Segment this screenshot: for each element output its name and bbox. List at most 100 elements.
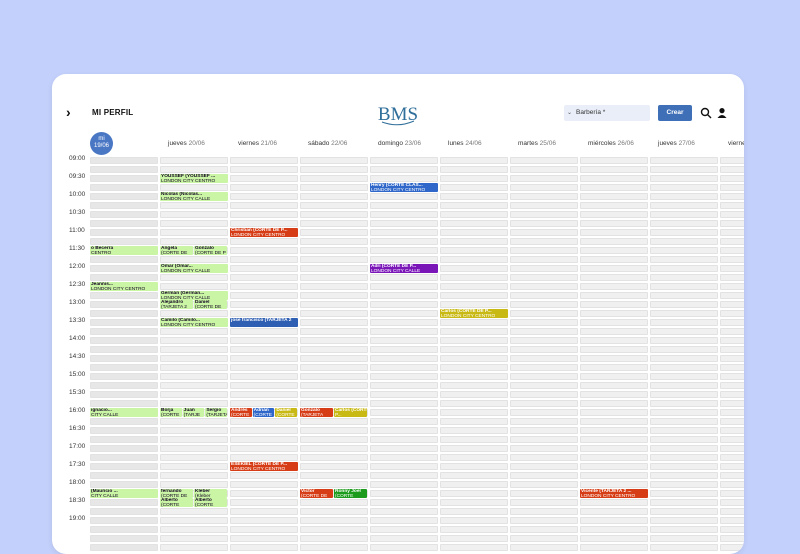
- appointment[interactable]: Omar (Omar... LONDON CITY CALLE: [160, 264, 228, 273]
- time-slot[interactable]: [580, 373, 648, 380]
- time-slot[interactable]: [440, 301, 508, 308]
- time-slot[interactable]: [510, 283, 578, 290]
- time-slot[interactable]: [650, 184, 718, 191]
- time-slot[interactable]: [720, 220, 744, 227]
- time-slot[interactable]: [90, 463, 158, 470]
- time-slot[interactable]: [370, 382, 438, 389]
- day-header[interactable]: sábado 22/06: [308, 140, 347, 147]
- time-slot[interactable]: [510, 238, 578, 245]
- time-slot[interactable]: [160, 202, 228, 209]
- time-slot[interactable]: [650, 229, 718, 236]
- time-slot[interactable]: [370, 328, 438, 335]
- time-slot[interactable]: [300, 427, 368, 434]
- time-slot[interactable]: [440, 220, 508, 227]
- time-slot[interactable]: [160, 220, 228, 227]
- appointment[interactable]: Ronny Joel (CORTE: [334, 489, 367, 498]
- time-slot[interactable]: [160, 328, 228, 335]
- time-slot[interactable]: [650, 256, 718, 263]
- time-slot[interactable]: [720, 508, 744, 515]
- time-slot[interactable]: [510, 481, 578, 488]
- time-slot[interactable]: [90, 427, 158, 434]
- today-badge[interactable]: mi 19/06: [90, 132, 113, 155]
- time-slot[interactable]: [720, 436, 744, 443]
- time-slot[interactable]: [510, 382, 578, 389]
- time-slot[interactable]: [510, 328, 578, 335]
- time-slot[interactable]: [230, 175, 298, 182]
- time-slot[interactable]: [90, 229, 158, 236]
- time-slot[interactable]: [370, 463, 438, 470]
- time-slot[interactable]: [580, 364, 648, 371]
- time-slot[interactable]: [370, 283, 438, 290]
- time-slot[interactable]: [300, 319, 368, 326]
- time-slot[interactable]: [510, 418, 578, 425]
- time-slot[interactable]: [230, 310, 298, 317]
- time-slot[interactable]: [650, 445, 718, 452]
- time-slot[interactable]: [370, 436, 438, 443]
- time-slot[interactable]: [580, 472, 648, 479]
- time-slot[interactable]: [580, 517, 648, 524]
- time-slot[interactable]: [370, 517, 438, 524]
- time-slot[interactable]: [230, 337, 298, 344]
- time-slot[interactable]: [440, 445, 508, 452]
- time-slot[interactable]: [650, 490, 718, 497]
- time-slot[interactable]: [720, 328, 744, 335]
- time-slot[interactable]: [300, 355, 368, 362]
- time-slot[interactable]: [90, 364, 158, 371]
- time-slot[interactable]: [580, 283, 648, 290]
- time-slot[interactable]: [510, 355, 578, 362]
- time-slot[interactable]: [90, 184, 158, 191]
- time-slot[interactable]: [230, 283, 298, 290]
- time-slot[interactable]: [300, 157, 368, 164]
- time-slot[interactable]: [160, 283, 228, 290]
- time-slot[interactable]: [300, 292, 368, 299]
- time-slot[interactable]: [370, 202, 438, 209]
- appointment[interactable]: fernando (CORTE DE: [160, 489, 193, 498]
- time-slot[interactable]: [230, 220, 298, 227]
- time-slot[interactable]: [230, 490, 298, 497]
- time-slot[interactable]: [580, 427, 648, 434]
- time-slot[interactable]: [720, 292, 744, 299]
- time-slot[interactable]: [370, 535, 438, 542]
- time-slot[interactable]: [370, 373, 438, 380]
- time-slot[interactable]: [90, 175, 158, 182]
- time-slot[interactable]: [370, 346, 438, 353]
- time-slot[interactable]: [720, 346, 744, 353]
- time-slot[interactable]: [370, 508, 438, 515]
- time-slot[interactable]: [370, 445, 438, 452]
- time-slot[interactable]: [440, 202, 508, 209]
- time-slot[interactable]: [230, 265, 298, 272]
- time-slot[interactable]: [300, 391, 368, 398]
- time-slot[interactable]: [510, 463, 578, 470]
- time-slot[interactable]: [440, 292, 508, 299]
- time-slot[interactable]: [230, 211, 298, 218]
- time-slot[interactable]: [300, 328, 368, 335]
- time-slot[interactable]: [440, 157, 508, 164]
- time-slot[interactable]: [510, 454, 578, 461]
- time-slot[interactable]: [90, 301, 158, 308]
- time-slot[interactable]: [650, 193, 718, 200]
- time-slot[interactable]: [510, 310, 578, 317]
- time-slot[interactable]: [510, 346, 578, 353]
- time-slot[interactable]: [580, 193, 648, 200]
- time-slot[interactable]: [440, 211, 508, 218]
- time-slot[interactable]: [580, 526, 648, 533]
- time-slot[interactable]: [580, 328, 648, 335]
- appointment[interactable]: Gonzalo (TARJETA: [300, 408, 333, 417]
- time-slot[interactable]: [440, 328, 508, 335]
- time-slot[interactable]: [160, 508, 228, 515]
- day-header[interactable]: jueves 27/06: [658, 140, 695, 147]
- time-slot[interactable]: [230, 184, 298, 191]
- time-slot[interactable]: [720, 238, 744, 245]
- time-slot[interactable]: [230, 202, 298, 209]
- time-slot[interactable]: [370, 256, 438, 263]
- time-slot[interactable]: [300, 481, 368, 488]
- time-slot[interactable]: [720, 301, 744, 308]
- time-slot[interactable]: [440, 490, 508, 497]
- time-slot[interactable]: [580, 157, 648, 164]
- time-slot[interactable]: [720, 247, 744, 254]
- appointment[interactable]: Daniel (CORTE DE: [194, 300, 227, 309]
- time-slot[interactable]: [580, 184, 648, 191]
- time-slot[interactable]: [440, 193, 508, 200]
- time-slot[interactable]: [650, 481, 718, 488]
- time-slot[interactable]: [370, 166, 438, 173]
